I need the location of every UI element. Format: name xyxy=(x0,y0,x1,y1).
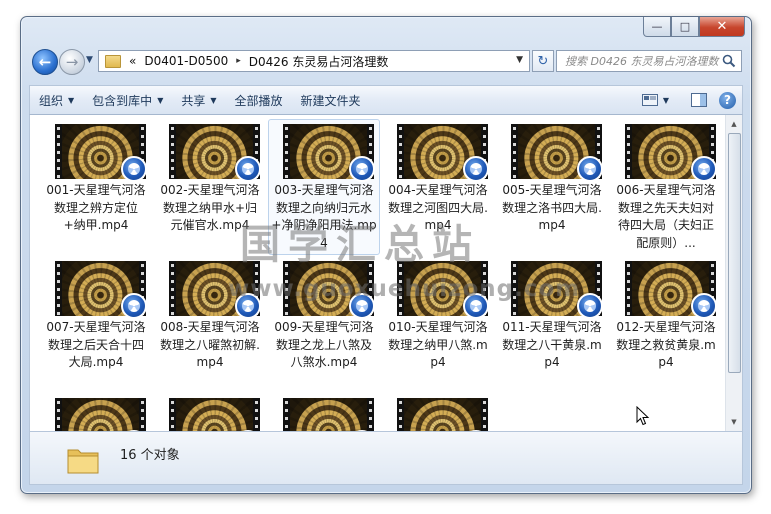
file-item-selected[interactable]: 003-天星理气河洛数理之向纳归元水+净阴净阳用法.mp4 xyxy=(268,119,380,255)
scroll-up-icon[interactable]: ▲ xyxy=(726,116,742,132)
file-name: 011-天星理气河洛数理之八干黄泉.mp4 xyxy=(502,320,602,369)
file-item[interactable]: 004-天星理气河洛数理之河图四大局.mp4 xyxy=(382,119,494,255)
media-player-icon xyxy=(577,293,603,319)
file-name: 004-天星理气河洛数理之河图四大局.mp4 xyxy=(388,183,488,232)
maximize-button[interactable]: □ xyxy=(671,17,699,37)
file-item[interactable]: 008-天星理气河洛数理之八曜煞初解.mp4 xyxy=(154,256,266,392)
vertical-scrollbar[interactable]: ▲ ▼ xyxy=(725,115,742,431)
new-folder-button[interactable]: 新建文件夹 xyxy=(292,88,370,112)
share-label: 共享 xyxy=(181,93,206,108)
recent-pages-dropdown-icon[interactable]: ▼ xyxy=(86,55,93,65)
organize-menu[interactable]: 组织 ▼ xyxy=(30,88,83,112)
file-item[interactable] xyxy=(154,393,266,431)
forward-button[interactable]: → xyxy=(59,49,85,75)
file-item[interactable]: 009-天星理气河洛数理之龙上八煞及八煞水.mp4 xyxy=(268,256,380,392)
media-player-icon xyxy=(235,293,261,319)
share-menu[interactable]: 共享 ▼ xyxy=(172,88,225,112)
new-folder-label: 新建文件夹 xyxy=(300,93,361,108)
file-name: 002-天星理气河洛数理之纳甲水+归元催官水.mp4 xyxy=(160,183,260,232)
back-button[interactable]: ← xyxy=(32,49,58,75)
scroll-down-icon[interactable]: ▼ xyxy=(726,414,742,430)
command-bar: 组织 ▼ 包含到库中 ▼ 共享 ▼ 全部播放 新建文件夹 ▼ ? xyxy=(29,85,743,115)
media-player-icon xyxy=(691,293,717,319)
file-name: 005-天星理气河洛数理之洛书四大局.mp4 xyxy=(502,183,602,232)
scrollbar-thumb[interactable] xyxy=(728,133,741,373)
media-player-icon xyxy=(121,293,147,319)
media-player-icon xyxy=(349,156,375,182)
file-name: 010-天星理气河洛数理之纳甲八煞.mp4 xyxy=(388,320,488,369)
file-list[interactable]: 001-天星理气河洛数理之辨方定位+纳甲.mp4 002-天星理气河洛数理之纳甲… xyxy=(29,115,743,431)
mouse-cursor-icon xyxy=(636,406,650,426)
address-bar[interactable]: « D0401-D0500 ▸ D0426 东灵易占河洛理数 ▼ xyxy=(98,50,530,72)
media-player-icon xyxy=(121,156,147,182)
video-thumbnail xyxy=(55,398,146,431)
file-item[interactable] xyxy=(40,393,152,431)
file-item[interactable]: 002-天星理气河洛数理之纳甲水+归元催官水.mp4 xyxy=(154,119,266,255)
minimize-button[interactable]: — xyxy=(643,17,671,37)
media-player-icon xyxy=(349,293,375,319)
toolbar-right: ▼ ? xyxy=(638,89,736,111)
media-player-icon xyxy=(691,156,717,182)
breadcrumb-separator-icon[interactable]: ▸ xyxy=(236,56,241,66)
play-all-button[interactable]: 全部播放 xyxy=(226,88,292,112)
media-player-icon xyxy=(235,156,261,182)
navigation-bar: ← → ▼ « D0401-D0500 ▸ D0426 东灵易占河洛理数 ▼ ↻ xyxy=(29,47,743,77)
file-item[interactable] xyxy=(268,393,380,431)
file-name: 007-天星理气河洛数理之后天合十四大局.mp4 xyxy=(46,320,146,369)
preview-pane-icon xyxy=(691,93,707,107)
video-thumbnail xyxy=(397,398,488,431)
file-item[interactable]: 012-天星理气河洛数理之救贫黄泉.mp4 xyxy=(610,256,722,392)
play-all-label: 全部播放 xyxy=(234,93,283,108)
chevron-down-icon: ▼ xyxy=(68,95,75,105)
file-name: 008-天星理气河洛数理之八曜煞初解.mp4 xyxy=(160,320,260,369)
address-dropdown-icon[interactable]: ▼ xyxy=(516,55,523,65)
search-icon[interactable] xyxy=(722,54,736,71)
folder-icon xyxy=(105,54,121,68)
include-in-library-label: 包含到库中 xyxy=(92,93,153,108)
file-name: 012-天星理气河洛数理之救贫黄泉.mp4 xyxy=(616,320,716,369)
folder-icon xyxy=(67,449,99,474)
preview-pane-button[interactable] xyxy=(687,89,711,111)
file-item[interactable]: 007-天星理气河洛数理之后天合十四大局.mp4 xyxy=(40,256,152,392)
change-view-button[interactable]: ▼ xyxy=(638,89,673,111)
file-item[interactable]: 006-天星理气河洛数理之先天夫妇对待四大局（夫妇正配原则）... xyxy=(610,119,722,255)
video-thumbnail xyxy=(169,398,260,431)
organize-label: 组织 xyxy=(39,93,64,108)
search-input[interactable] xyxy=(563,53,727,69)
media-player-icon xyxy=(463,156,489,182)
file-name: 003-天星理气河洛数理之向纳归元水+净阴净阳用法.mp4 xyxy=(271,183,377,250)
object-count: 16 个对象 xyxy=(120,448,180,463)
chevron-down-icon: ▼ xyxy=(210,95,217,105)
caption-buttons: — □ ✕ xyxy=(643,17,745,37)
media-player-icon xyxy=(577,156,603,182)
chevron-down-icon: ▼ xyxy=(662,95,669,105)
search-box[interactable] xyxy=(556,50,742,72)
file-name: 001-天星理气河洛数理之辨方定位+纳甲.mp4 xyxy=(46,183,146,232)
file-item[interactable]: 001-天星理气河洛数理之辨方定位+纳甲.mp4 xyxy=(40,119,152,255)
file-item[interactable]: 005-天星理气河洛数理之洛书四大局.mp4 xyxy=(496,119,608,255)
help-button[interactable]: ? xyxy=(719,91,736,109)
refresh-button[interactable]: ↻ xyxy=(532,50,554,72)
file-name: 009-天星理气河洛数理之龙上八煞及八煞水.mp4 xyxy=(274,320,374,369)
video-thumbnail xyxy=(283,398,374,431)
view-icon xyxy=(641,94,658,106)
file-item[interactable]: 010-天星理气河洛数理之纳甲八煞.mp4 xyxy=(382,256,494,392)
breadcrumb-item-current[interactable]: D0426 东灵易占河洛理数 xyxy=(249,53,389,70)
file-item[interactable]: 011-天星理气河洛数理之八干黄泉.mp4 xyxy=(496,256,608,392)
close-button[interactable]: ✕ xyxy=(699,17,745,37)
breadcrumb-overflow[interactable]: « xyxy=(129,54,136,68)
details-pane: 16 个对象 xyxy=(29,431,743,485)
file-name: 006-天星理气河洛数理之先天夫妇对待四大局（夫妇正配原则）... xyxy=(616,183,716,250)
media-player-icon xyxy=(463,293,489,319)
include-in-library-menu[interactable]: 包含到库中 ▼ xyxy=(83,88,172,112)
chevron-down-icon: ▼ xyxy=(157,95,164,105)
breadcrumb-item[interactable]: D0401-D0500 xyxy=(144,54,228,68)
file-item[interactable] xyxy=(382,393,494,431)
